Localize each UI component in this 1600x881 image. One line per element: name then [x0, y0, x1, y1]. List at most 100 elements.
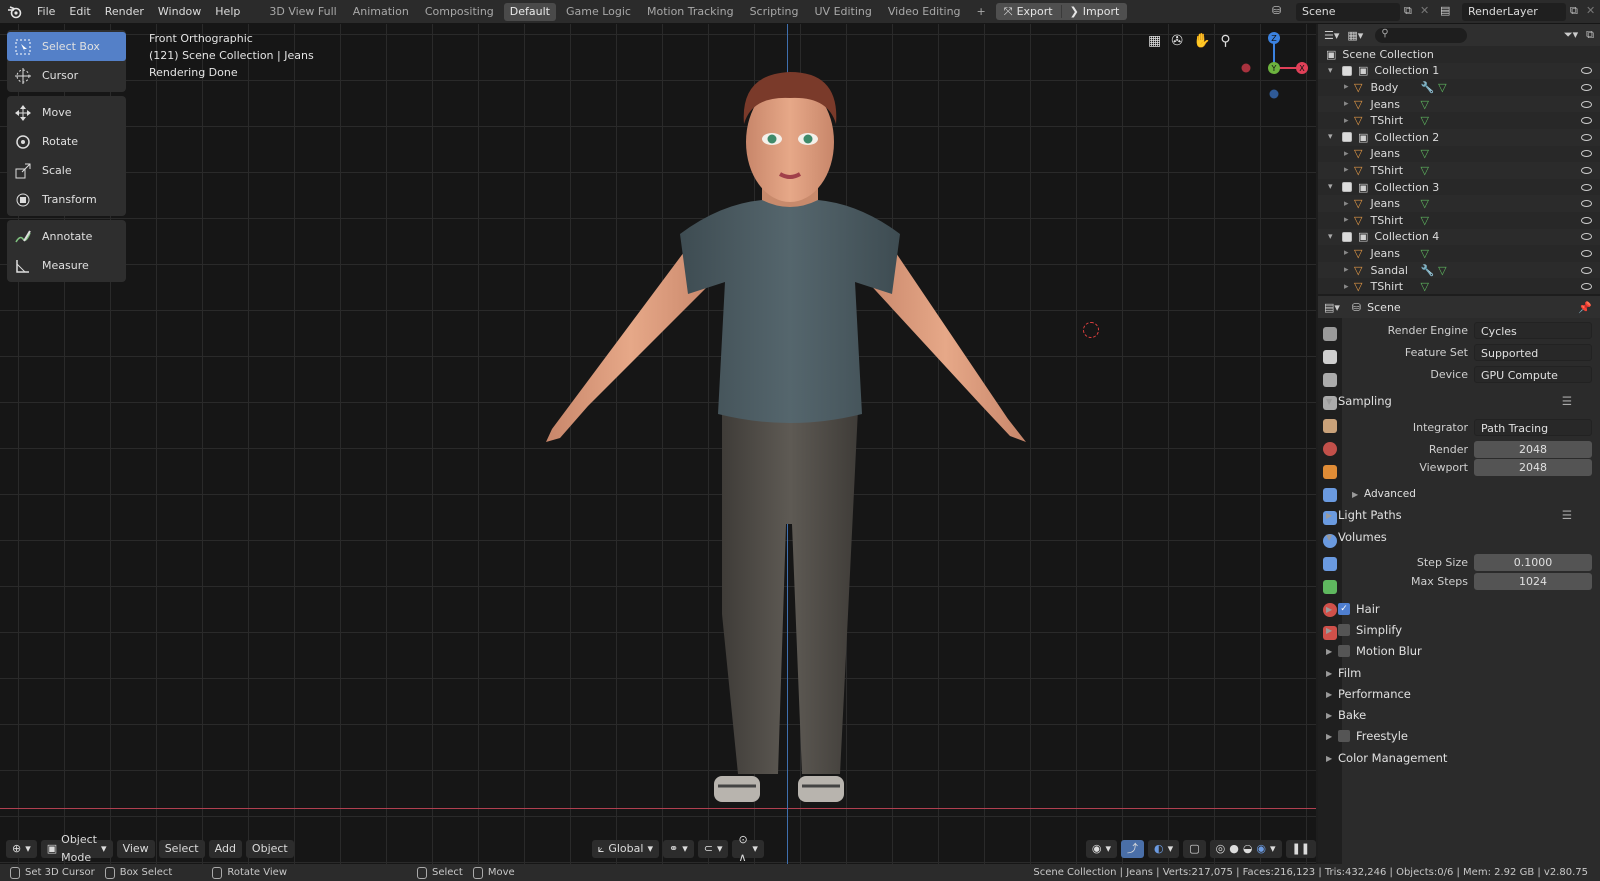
outliner-object-row[interactable]: ▸ ▽ TShirt ▽ [1318, 278, 1600, 295]
color-management-panel-header[interactable]: ▶ Color Management [1326, 748, 1600, 768]
visibility-eye-icon[interactable] [1581, 166, 1592, 174]
menu-render[interactable]: Render [98, 0, 151, 24]
outliner-editor-icon[interactable]: ☰▾ [1324, 29, 1339, 42]
mesh-data-icon[interactable]: ▽ [1420, 214, 1428, 227]
character-model[interactable] [540, 54, 1040, 834]
visibility-eye-icon[interactable] [1581, 283, 1592, 291]
modifier-tab-icon[interactable] [1323, 488, 1337, 502]
data-tab-icon[interactable] [1323, 580, 1337, 594]
freestyle-checkbox[interactable] [1338, 730, 1350, 742]
tab-scripting[interactable]: Scripting [744, 3, 805, 21]
outliner-root[interactable]: ▣ Scene Collection [1318, 46, 1600, 63]
tool-transform[interactable]: Transform [7, 185, 126, 214]
tab-video-editing[interactable]: Video Editing [882, 3, 967, 21]
tab-compositing[interactable]: Compositing [419, 3, 500, 21]
3d-cursor[interactable] [1083, 322, 1099, 338]
visibility-eye-icon[interactable] [1581, 67, 1592, 75]
expand-arrow-icon[interactable]: ▸ [1344, 82, 1354, 92]
visibility-eye-icon[interactable] [1581, 133, 1592, 141]
collection-checkbox[interactable] [1342, 132, 1352, 143]
scene-tab-icon[interactable] [1323, 419, 1337, 433]
hair-checkbox[interactable]: ✓ [1338, 603, 1350, 615]
hair-panel-header[interactable]: ▶ ✓ Hair [1326, 599, 1600, 619]
scene-copy-icon[interactable]: ⧉ [1404, 4, 1412, 18]
properties-editor-icon[interactable]: ▤▾ [1324, 301, 1340, 314]
tool-measure[interactable]: Measure [7, 251, 126, 280]
visibility-eye-icon[interactable] [1581, 83, 1592, 91]
modifier-wrench-icon[interactable]: 🔧 [1420, 81, 1434, 94]
expand-arrow-icon[interactable]: ▸ [1344, 199, 1354, 209]
menu-file[interactable]: File [30, 0, 62, 24]
feature-set-dropdown[interactable]: Supported [1474, 343, 1592, 361]
motion-blur-panel-header[interactable]: ▶ Motion Blur [1326, 641, 1600, 661]
advanced-subpanel-header[interactable]: ▶ Advanced [1352, 484, 1600, 504]
proportional-edit-toggle[interactable]: ⊙ ∧ ▾ [732, 833, 764, 864]
viewport-samples-field[interactable]: 2048 [1474, 458, 1592, 476]
render-layer-icon[interactable]: ▤ [1440, 4, 1450, 17]
tab-3d-view-full[interactable]: 3D View Full [263, 3, 342, 21]
collection-checkbox[interactable] [1342, 231, 1352, 242]
integrator-dropdown[interactable]: Path Tracing [1474, 418, 1592, 436]
add-workspace-button[interactable]: + [977, 5, 986, 18]
3d-viewport[interactable]: Select Box Cursor Move Rotate Scale Tran… [0, 24, 1316, 864]
gizmo-toggle[interactable]: ⤴ [1121, 840, 1145, 858]
visibility-eye-icon[interactable] [1581, 249, 1592, 257]
expand-arrow-icon[interactable]: ▸ [1344, 282, 1354, 292]
mesh-data-icon[interactable]: ▽ [1420, 147, 1428, 160]
expand-arrow-icon[interactable]: ▾ [1328, 66, 1342, 76]
view-menu[interactable]: View [116, 840, 155, 858]
shading-modes[interactable]: ◎ ● ◒ ◉ ▾ [1209, 840, 1282, 858]
tab-default[interactable]: Default [503, 2, 556, 21]
collection-checkbox[interactable] [1342, 182, 1352, 193]
tool-cursor[interactable]: Cursor [7, 61, 126, 90]
expand-arrow-icon[interactable]: ▸ [1344, 116, 1354, 126]
object-menu[interactable]: Object [245, 840, 294, 858]
tab-uv-editing[interactable]: UV Editing [809, 3, 878, 21]
outliner-object-row[interactable]: ▸ ▽ Jeans ▽ [1318, 95, 1600, 113]
expand-arrow-icon[interactable]: ▾ [1328, 232, 1342, 242]
scene-close-icon[interactable]: ✕ [1420, 4, 1429, 17]
object-mode-dropdown[interactable]: ▣ Object Mode ▾ [40, 833, 113, 864]
visibility-eye-icon[interactable] [1581, 183, 1592, 191]
tab-animation[interactable]: Animation [347, 3, 415, 21]
navigation-gizmo[interactable]: Z X Y [1236, 30, 1308, 102]
render-tab-icon[interactable] [1323, 350, 1337, 364]
film-panel-header[interactable]: ▶ Film [1326, 663, 1600, 683]
light-paths-panel-header[interactable]: ▶ Light Paths ☰ [1326, 505, 1600, 525]
object-tab-icon[interactable] [1323, 465, 1337, 479]
tab-motion-tracking[interactable]: Motion Tracking [641, 3, 740, 21]
snap-toggle[interactable]: ⊂ ▾ [697, 840, 729, 858]
new-collection-icon[interactable]: ⧉ [1586, 28, 1594, 42]
mesh-data-icon[interactable]: ▽ [1438, 264, 1446, 277]
import-button[interactable]: ❯ Import [1060, 5, 1128, 18]
expand-arrow-icon[interactable]: ▸ [1344, 265, 1354, 275]
step-size-field[interactable]: 0.1000 [1474, 553, 1592, 571]
menu-edit[interactable]: Edit [62, 0, 97, 24]
editor-type-button[interactable]: ⊕ ▾ [6, 840, 37, 858]
outliner-search-input[interactable]: ⚲ [1375, 27, 1468, 43]
tool-tab-icon[interactable] [1323, 327, 1337, 341]
tool-rotate[interactable]: Rotate [7, 127, 126, 156]
orientation-dropdown[interactable]: ⟀ Global ▾ [591, 840, 659, 858]
mesh-data-icon[interactable]: ▽ [1420, 98, 1428, 111]
export-button[interactable]: ⤧ Export [996, 5, 1061, 19]
max-steps-field[interactable]: 1024 [1474, 572, 1592, 590]
outliner-object-row[interactable]: ▸ ▽ Body 🔧 ▽ [1318, 79, 1600, 96]
outliner-object-row[interactable]: ▸ ▽ Sandal 🔧 ▽ [1318, 261, 1600, 279]
scene-icon[interactable]: ⛁ [1272, 4, 1281, 17]
collection-checkbox[interactable] [1342, 65, 1352, 76]
expand-arrow-icon[interactable]: ▸ [1344, 165, 1354, 175]
expand-arrow-icon[interactable]: ▸ [1344, 248, 1354, 258]
mesh-data-icon[interactable]: ▽ [1438, 81, 1446, 94]
visibility-eye-icon[interactable] [1581, 150, 1592, 158]
volumes-panel-header[interactable]: ▼ Volumes [1326, 527, 1600, 547]
mesh-data-icon[interactable]: ▽ [1420, 114, 1428, 127]
motion-blur-checkbox[interactable] [1338, 645, 1350, 657]
outliner-object-row[interactable]: ▸ ▽ TShirt ▽ [1318, 162, 1600, 179]
outliner-collection-row[interactable]: ▾ ▣ Collection 1 [1318, 62, 1600, 80]
filter-icon[interactable]: ⏷▾ [1564, 28, 1578, 42]
output-tab-icon[interactable] [1323, 373, 1337, 387]
outliner-object-row[interactable]: ▸ ▽ TShirt ▽ [1318, 212, 1600, 229]
camera-view-icon[interactable]: ✇ [1171, 33, 1183, 49]
visibility-dropdown[interactable]: ◉ ▾ [1085, 840, 1118, 858]
